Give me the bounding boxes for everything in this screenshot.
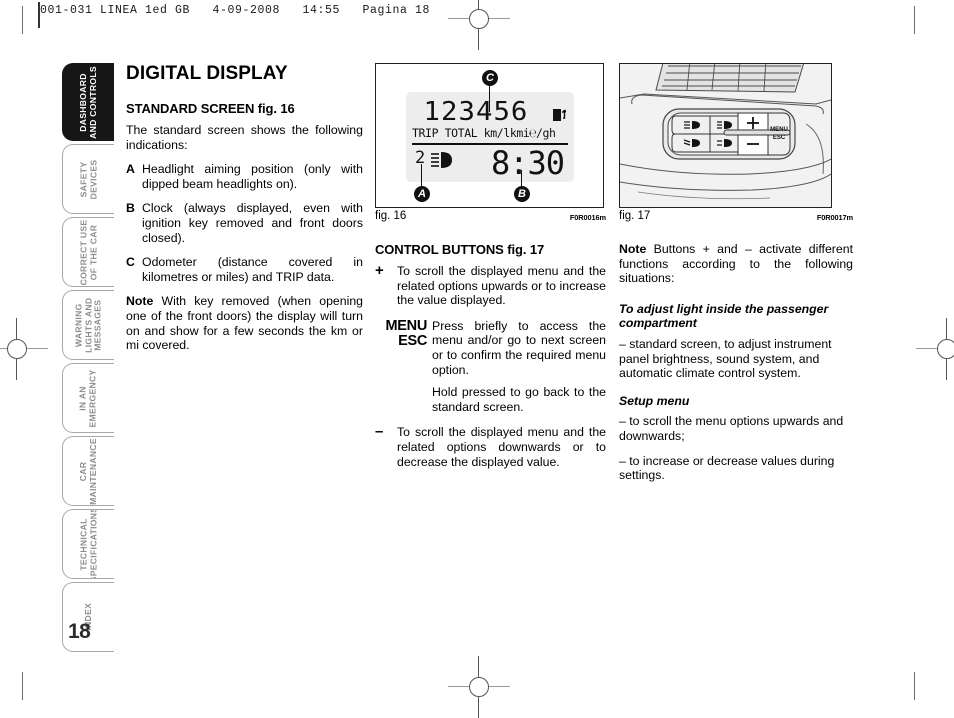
- registration-mark-right: [916, 318, 954, 380]
- sidebar-tab-label: TECHNICAL SPECIFICATIONS: [78, 509, 98, 579]
- list-item-c: C Odometer (distance covered in kilometr…: [126, 255, 363, 284]
- figure-17-label: fig. 17: [619, 210, 651, 222]
- menu-paragraph-1: Press briefly to access the menu and/or …: [432, 318, 606, 377]
- headlight-aim-icon: [431, 152, 452, 168]
- sidebar: DASHBOARD AND CONTROLS SAFETY DEVICES CORREC…: [62, 63, 114, 655]
- reg-circle: [469, 9, 489, 29]
- sidebar-tab-dashboard-and-controls[interactable]: DASHBOARD AND CONTROLS: [62, 63, 114, 141]
- note-paragraph: Note With key removed (when opening one …: [126, 294, 363, 352]
- plus-paragraph: To scroll the displayed menu and the rel…: [397, 264, 606, 308]
- item-letter: A: [126, 162, 135, 177]
- item-text: Clock (always displayed, even with ignit…: [142, 201, 363, 245]
- registration-mark-top: [448, 0, 510, 50]
- sidebar-tab-correct-use-of-the-car[interactable]: CORRECT USE OF THE CAR: [62, 217, 114, 287]
- sidebar-tab-label: CAR MAINTENANCE: [78, 437, 98, 505]
- item-letter: C: [126, 255, 135, 270]
- callout-leader-line: [421, 164, 423, 186]
- column-middle: 123456 TRIP TOTAL km/lkmi℮/gh 2 8:30 C A…: [375, 63, 606, 480]
- item-letter: B: [126, 201, 135, 216]
- menu-esc-description: Press briefly to access the menu and/or …: [432, 319, 606, 415]
- note-buttons-paragraph: Note Buttons + and – activate different …: [619, 242, 853, 286]
- note-label: Note: [126, 294, 154, 309]
- sidebar-tab-label: IN AN EMERGENCY: [78, 368, 98, 428]
- dashboard-control-panel-illustration: MENU ESC: [620, 64, 831, 207]
- sidebar-tab-label: CORRECT USE OF THE CAR: [78, 219, 98, 285]
- menu-text-line1: MENU: [385, 317, 428, 334]
- callout-b: B: [514, 186, 530, 202]
- figure-17: MENU ESC: [619, 63, 832, 208]
- control-entry-plus: + To scroll the displayed menu and the r…: [375, 262, 606, 308]
- crop-tick: [914, 6, 915, 34]
- sidebar-tab-warning-lights-and-messages[interactable]: WARNING LIGHTS AND MESSAGES: [62, 290, 114, 360]
- sidebar-tab-safety-devices[interactable]: SAFETY DEVICES: [62, 144, 114, 214]
- lcd-units-label: TRIP TOTAL km/lkmi℮/gh: [412, 126, 556, 140]
- sidebar-tab-technical-specifications[interactable]: TECHNICAL SPECIFICATIONS: [62, 509, 114, 579]
- note-label: Note: [619, 242, 647, 256]
- callout-a: A: [414, 186, 430, 202]
- callout-leader-line: [521, 170, 523, 186]
- standard-screen-intro: The standard screen shows the following …: [126, 123, 363, 152]
- item-text: Headlight aiming position (only with dip…: [142, 162, 363, 191]
- list-item-b: B Clock (always displayed, even with ign…: [126, 201, 363, 245]
- sidebar-tab-label: SAFETY DEVICES: [77, 159, 98, 199]
- adjust-light-subheading: To adjust light inside the passenger com…: [619, 301, 829, 331]
- menu-esc-symbol: M MENU ESC: [375, 317, 432, 415]
- reg-circle: [469, 677, 489, 697]
- adjust-light-text: – standard screen, to adjust instrument …: [619, 336, 832, 381]
- minus-description: To scroll the displayed menu and the rel…: [397, 425, 606, 469]
- lcd-clock-value: 8:30: [490, 144, 565, 182]
- minus-symbol: –: [375, 423, 384, 441]
- sidebar-tab-in-an-emergency[interactable]: IN AN EMERGENCY: [62, 363, 114, 433]
- sidebar-tab-label: DASHBOARD AND CONTROLS: [78, 65, 98, 139]
- setup-menu-text-2: – to increase or decrease values during …: [619, 453, 835, 483]
- crop-tick: [22, 672, 23, 700]
- page-title: DIGITAL DISPLAY: [126, 63, 288, 84]
- figure-17-code: F0R0017m: [816, 213, 853, 222]
- figure-16-caption: fig. 16 F0R0016m: [375, 210, 606, 228]
- note-text: With key removed (when opening one of th…: [126, 294, 363, 353]
- print-header: 001-031 LINEA 1ed GB 4-09-2008 14:55 Pag…: [40, 4, 431, 17]
- plus-description: To scroll the displayed menu and the rel…: [397, 264, 606, 308]
- svg-text:ESC: ESC: [773, 135, 786, 141]
- column-right: MENU ESC fig. 17 F0R0017m Note Buttons +…: [619, 63, 853, 483]
- control-buttons-heading: CONTROL BUTTONS fig. 17: [375, 242, 545, 257]
- svg-text:MENU: MENU: [770, 127, 788, 133]
- reg-circle: [937, 339, 954, 359]
- minus-paragraph: To scroll the displayed menu and the rel…: [397, 425, 606, 469]
- column-left: DIGITAL DISPLAY STANDARD SCREEN fig. 16 …: [126, 63, 363, 353]
- plus-symbol: +: [375, 262, 384, 279]
- lcd-odometer-value: 123456: [423, 97, 529, 127]
- sidebar-tab-label: WARNING LIGHTS AND MESSAGES: [73, 297, 103, 353]
- fuel-pump-icon: [553, 109, 567, 121]
- registration-mark-left: [0, 318, 48, 380]
- figure-17-caption: fig. 17 F0R0017m: [619, 210, 853, 228]
- crop-tick: [22, 6, 23, 34]
- list-item-a: A Headlight aiming position (only with d…: [126, 162, 363, 191]
- menu-text-line2: ESC: [398, 333, 427, 350]
- menu-paragraph-2: Hold pressed to go back to the standard …: [432, 385, 606, 414]
- callout-leader-line: [489, 86, 491, 112]
- page-number: 18: [68, 620, 91, 643]
- registration-mark-bottom: [448, 656, 510, 718]
- sidebar-tab-car-maintenance[interactable]: CAR MAINTENANCE: [62, 436, 114, 506]
- setup-menu-subheading: Setup menu: [619, 393, 690, 408]
- figure-16-code: F0R0016m: [569, 213, 606, 222]
- standard-screen-heading: STANDARD SCREEN fig. 16: [126, 101, 295, 116]
- figure-16-label: fig. 16: [375, 210, 407, 222]
- control-entry-menu-esc: M MENU ESC Press briefly to access the m…: [375, 317, 607, 415]
- control-entry-minus: – To scroll the displayed menu and the r…: [375, 423, 606, 469]
- note-text: Buttons + and – activate different funct…: [619, 242, 853, 286]
- crop-tick: [914, 672, 915, 700]
- reg-circle: [7, 339, 27, 359]
- callout-c: C: [482, 70, 498, 86]
- figure-16: 123456 TRIP TOTAL km/lkmi℮/gh 2 8:30 C A…: [375, 63, 604, 208]
- setup-menu-text-1: – to scroll the menu options upwards and…: [619, 414, 844, 443]
- item-text: Odometer (distance covered in kilometres…: [142, 255, 363, 284]
